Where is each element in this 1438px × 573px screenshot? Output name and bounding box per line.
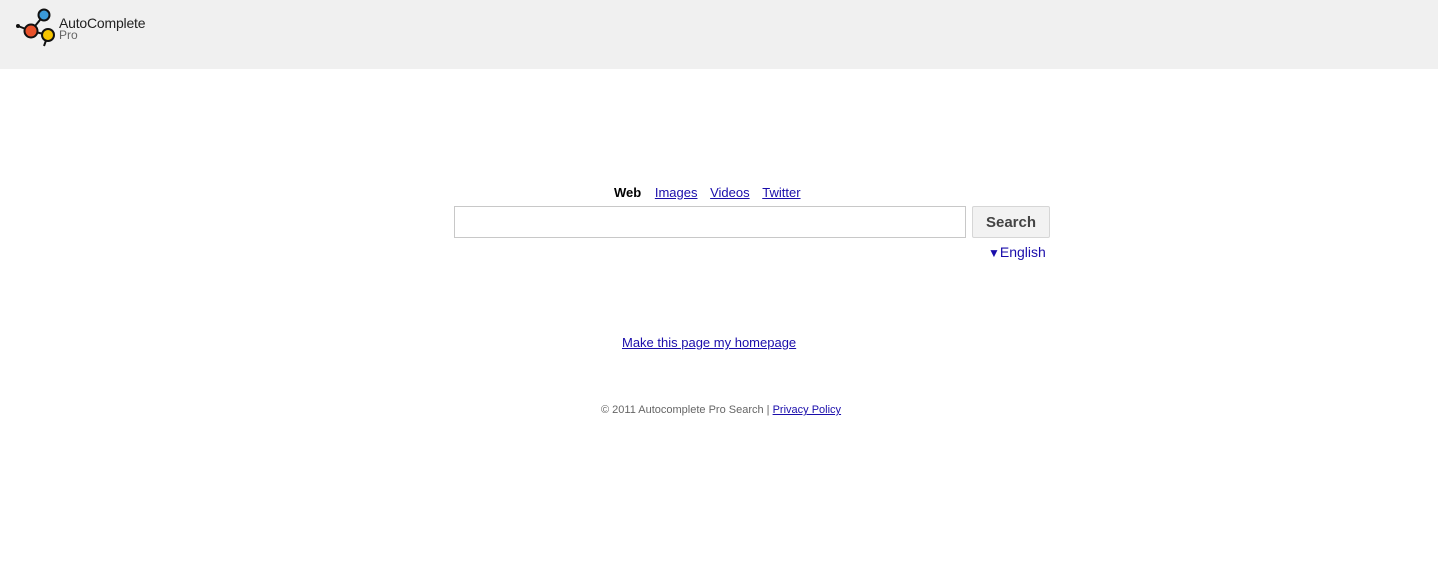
search-button[interactable]: Search bbox=[972, 206, 1050, 238]
logo-icon bbox=[16, 8, 55, 47]
tab-images[interactable]: Images bbox=[655, 185, 698, 200]
footer: © 2011 Autocomplete Pro Search | Privacy… bbox=[601, 404, 841, 416]
site-logo[interactable]: AutoComplete Pro bbox=[14, 6, 164, 50]
language-label: English bbox=[999, 244, 1046, 260]
top-header-bar: AutoComplete Pro bbox=[0, 0, 1438, 69]
logo-subtitle: Pro bbox=[59, 28, 78, 42]
tab-videos[interactable]: Videos bbox=[710, 185, 750, 200]
dropdown-triangle-icon: ▼ bbox=[988, 246, 1000, 260]
tab-twitter[interactable]: Twitter bbox=[762, 185, 800, 200]
privacy-policy-link[interactable]: Privacy Policy bbox=[773, 404, 841, 416]
make-homepage-link[interactable]: Make this page my homepage bbox=[622, 335, 796, 350]
search-input[interactable] bbox=[454, 206, 966, 238]
tab-web[interactable]: Web bbox=[614, 185, 641, 200]
copyright-text: © 2011 Autocomplete Pro Search | bbox=[601, 404, 770, 416]
language-selector[interactable]: ▼English bbox=[988, 244, 1046, 260]
